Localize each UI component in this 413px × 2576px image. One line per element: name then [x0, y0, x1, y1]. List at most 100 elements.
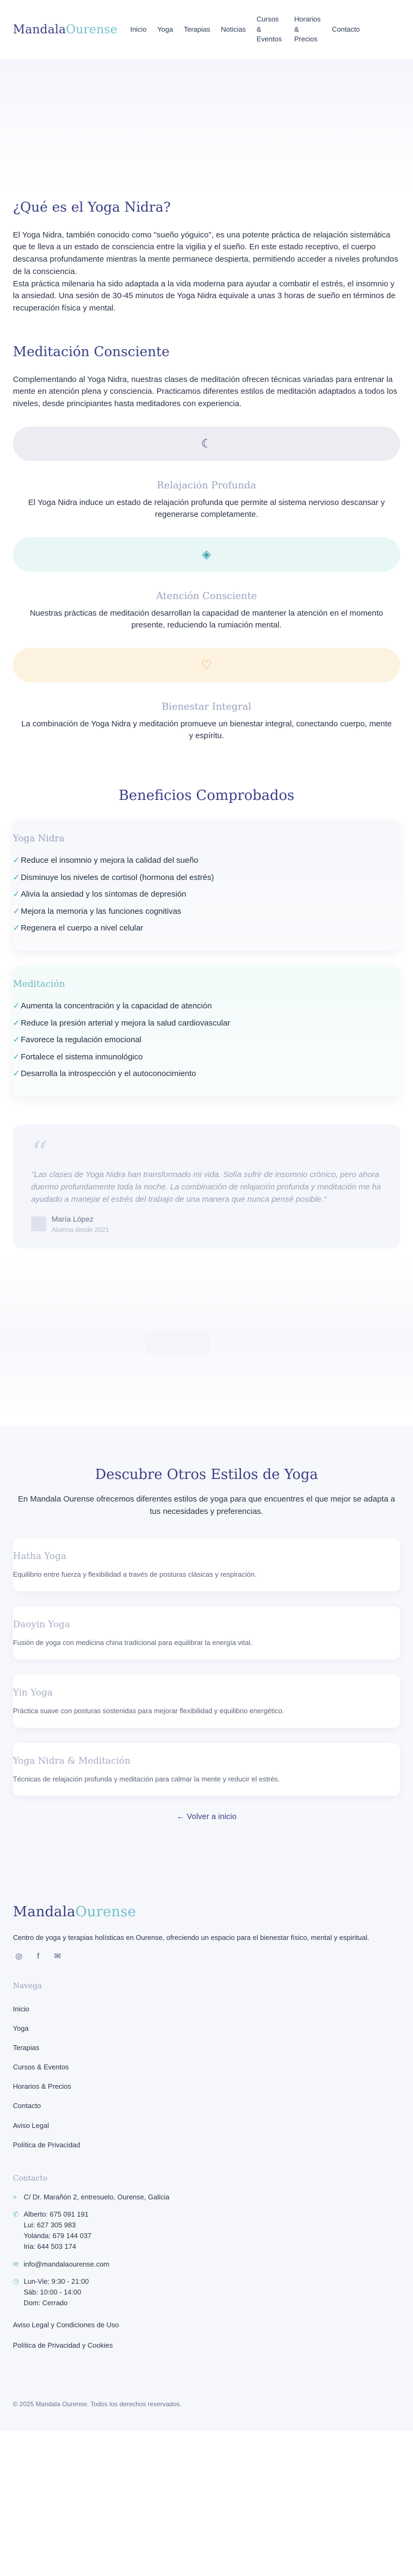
- style-card-title: Daoyin Yoga: [13, 1619, 70, 1630]
- hours-line: Lun-Vie: 9:30 - 21:00: [24, 2277, 89, 2285]
- contact-hours: ◷ Lun-Vie: 9:30 - 21:00 Sáb: 10:00 - 14:…: [13, 2276, 400, 2308]
- testimonial-quote: "Las clases de Yoga Nidra han transforma…: [31, 1170, 381, 1204]
- instagram-icon[interactable]: ◎: [13, 1951, 25, 1962]
- site-header: MandalaOurense Inicio Yoga Terapias Noti…: [0, 0, 413, 59]
- back-to-home-link[interactable]: ← Volver a inicio: [13, 1811, 400, 1823]
- nav-link-cursos-eventos[interactable]: Cursos & Eventos: [251, 15, 289, 45]
- footer-link-yoga[interactable]: Yoga: [13, 2019, 400, 2038]
- quote-icon: “: [31, 1134, 48, 1172]
- list-item: ✓ Reduce el insomnio y mejora la calidad …: [13, 856, 198, 865]
- benefits-card-heading: Yoga Nidra: [13, 833, 65, 844]
- phone-number[interactable]: Lui: 627 305 983: [24, 2220, 91, 2231]
- phone-icon: ✆: [13, 2210, 19, 2218]
- contact-address: ⌖ C/ Dr. Marañón 2, entresuelo, Ourense,…: [13, 2192, 400, 2203]
- testimonial-author: María López Alumna desde 2021: [31, 1214, 382, 1235]
- list-item: ✓ Disminuye los niveles de cortisol (horm…: [13, 872, 214, 882]
- style-card-desc: Práctica suave con posturas sostenidas p…: [13, 1706, 284, 1715]
- email-link[interactable]: info@mandalaourense.com: [24, 2259, 109, 2270]
- feature-attention: ◈ Atención Consciente Nuestras prácticas…: [13, 537, 400, 632]
- meditation-title: Meditación Consciente: [13, 344, 170, 360]
- feature-text: La combinación de Yoga Nidra y meditació…: [21, 719, 392, 741]
- intro-paragraph-2: Esta práctica milenaria ha sido adaptada…: [13, 279, 396, 313]
- contact-phones: ✆ Alberto: 675 091 191 Lui: 627 305 983 …: [13, 2209, 400, 2253]
- avatar: [31, 1216, 46, 1232]
- check-icon: ✓: [13, 1052, 20, 1062]
- check-icon: ✓: [13, 923, 20, 933]
- social-links: ◎ f ✉: [13, 1951, 400, 1962]
- style-card-nidra[interactable]: Yoga Nidra & Meditación Técnicas de rela…: [13, 1743, 400, 1796]
- legal-link-privacy[interactable]: Política de Privacidad y Cookies: [13, 2335, 400, 2356]
- footer-link-terapias[interactable]: Terapias: [13, 2038, 400, 2058]
- feature-pill: ◈: [13, 537, 400, 572]
- meditation-section: Meditación Consciente Complementando al …: [0, 342, 413, 742]
- check-icon: ✓: [13, 1069, 20, 1079]
- list-item: ✓ Alivia la ansiedad y los síntomas de de…: [13, 890, 187, 899]
- check-icon: ✓: [13, 1035, 20, 1045]
- style-card-desc: Técnicas de relajación profunda y medita…: [13, 1774, 280, 1783]
- footer-link-horarios-precios[interactable]: Horarios & Precios: [13, 2077, 400, 2096]
- style-card-daoyin[interactable]: Daoyin Yoga Fusión de yoga con medicina …: [13, 1606, 400, 1660]
- phone-number[interactable]: Iria: 644 503 174: [24, 2241, 91, 2252]
- legal-link-terms[interactable]: Aviso Legal y Condiciones de Uso: [13, 2315, 400, 2335]
- nav-link-contacto[interactable]: Contacto: [326, 25, 365, 35]
- intro-section: ¿Qué es el Yoga Nidra? El Yoga Nidra, ta…: [0, 191, 413, 315]
- benefits-section: Beneficios Comprobados Yoga Nidra ✓ Reduc…: [0, 785, 413, 1249]
- style-card-yin[interactable]: Yin Yoga Práctica suave con posturas sos…: [13, 1675, 400, 1728]
- feature-title: Bienestar Integral: [161, 701, 252, 712]
- check-icon: ✓: [13, 856, 20, 865]
- footer-logo[interactable]: MandalaOurense: [13, 1904, 136, 1920]
- nav-link-terapias[interactable]: Terapias: [179, 25, 216, 35]
- facebook-icon[interactable]: f: [32, 1951, 44, 1962]
- nav-link-inicio[interactable]: Inicio: [125, 25, 152, 35]
- style-card-hatha[interactable]: Hatha Yoga Equilibrio entre fuerza y fle…: [13, 1538, 400, 1592]
- footer-nav: Inicio Yoga Terapias Cursos & Eventos Ho…: [13, 2000, 400, 2155]
- location-pin-icon: ⌖: [13, 2192, 17, 2201]
- cta-banner: [0, 1259, 413, 1420]
- hero-banner: [0, 59, 413, 191]
- benefits-card-yoga-nidra: Yoga Nidra ✓ Reduce el insomnio y mejora …: [13, 820, 400, 951]
- benefits-list: ✓ Reduce el insomnio y mejora la calidad …: [13, 852, 400, 937]
- heart-icon: ♡: [201, 658, 212, 672]
- check-icon: ✓: [13, 906, 20, 916]
- feature-relaxation: ☾ Relajación Profunda El Yoga Nidra indu…: [13, 426, 400, 521]
- benefits-card-heading: Meditación: [13, 978, 65, 990]
- logo-main: Mandala: [13, 23, 66, 37]
- footer-link-contacto[interactable]: Contacto: [13, 2096, 400, 2116]
- footer-link-cursos-eventos[interactable]: Cursos & Eventos: [13, 2058, 400, 2077]
- benefits-card-meditacion: Meditación ✓ Aumenta la concentración y l…: [13, 965, 400, 1096]
- intro-title: ¿Qué es el Yoga Nidra?: [13, 199, 171, 215]
- footer-link-privacidad[interactable]: Política de Privacidad: [13, 2135, 400, 2155]
- nav-link-yoga[interactable]: Yoga: [152, 25, 179, 35]
- copyright: © 2025 Mandala Ourense. Todos los derech…: [13, 2400, 182, 2408]
- author-name: María López: [52, 1214, 94, 1223]
- nav-link-noticias[interactable]: Noticias: [216, 25, 251, 35]
- main-nav: Inicio Yoga Terapias Noticias Cursos & E…: [125, 15, 365, 45]
- cta-button[interactable]: [145, 1331, 210, 1353]
- benefits-title: Beneficios Comprobados: [118, 787, 295, 804]
- style-card-desc: Fusión de yoga con medicina china tradic…: [13, 1638, 253, 1647]
- style-card-desc: Equilibrio entre fuerza y flexibilidad a…: [13, 1570, 257, 1578]
- feature-text: Nuestras prácticas de meditación desarro…: [30, 608, 383, 630]
- phone-number[interactable]: Yolanda: 679 144 037: [24, 2231, 91, 2241]
- list-item: ✓ Aumenta la concentración y la capacidad…: [13, 1001, 212, 1011]
- moon-icon: ☾: [201, 437, 212, 451]
- footer-link-inicio[interactable]: Inicio: [13, 2000, 400, 2019]
- footer-tagline: Centro de yoga y terapias holísticas en …: [13, 1933, 369, 1942]
- nav-link-horarios-precios[interactable]: Horarios & Precios: [289, 15, 326, 45]
- list-item: ✓ Regenera el cuerpo a nivel celular: [13, 923, 144, 933]
- site-logo[interactable]: MandalaOurense: [13, 21, 117, 39]
- style-card-title: Yoga Nidra & Meditación: [13, 1756, 131, 1767]
- meditation-paragraph: Complementando al Yoga Nidra, nuestras c…: [13, 374, 397, 409]
- list-item: ✓ Mejora la memoria y las funciones cogni…: [13, 906, 182, 916]
- page: MandalaOurense Inicio Yoga Terapias Noti…: [0, 0, 413, 2430]
- phone-number[interactable]: Alberto: 675 091 191: [24, 2209, 91, 2220]
- check-icon: ✓: [13, 872, 20, 882]
- logo-accent: Ourense: [75, 1903, 136, 1920]
- mail-icon[interactable]: ✉: [52, 1951, 63, 1962]
- footer-link-aviso-legal[interactable]: Aviso Legal: [13, 2116, 400, 2135]
- testimonial-card: “ "Las clases de Yoga Nidra han transfor…: [13, 1124, 400, 1249]
- site-footer: MandalaOurense Centro de yoga y terapias…: [0, 1851, 413, 2430]
- mail-icon: ✉: [13, 2260, 19, 2268]
- list-item: ✓ Desarrolla la introspección y el autoco…: [13, 1069, 196, 1079]
- other-styles-intro: En Mandala Ourense ofrecemos diferentes …: [18, 1494, 395, 1516]
